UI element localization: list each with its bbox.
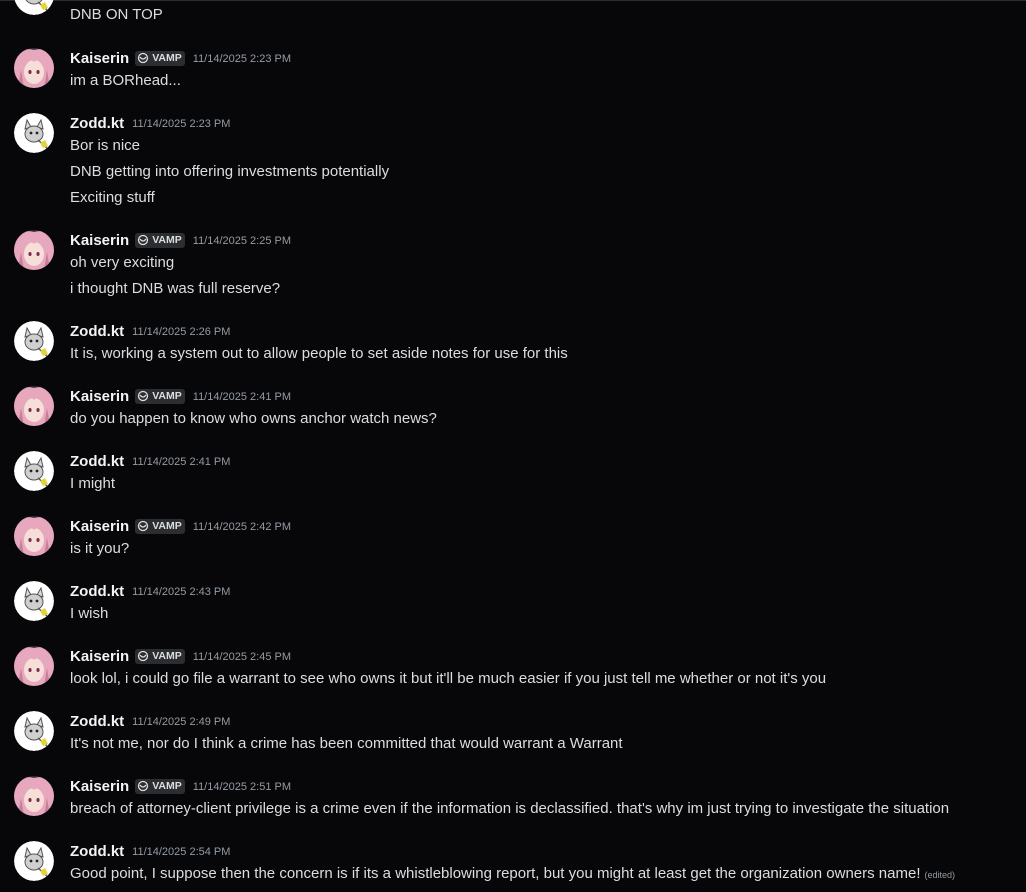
moon-icon	[138, 520, 149, 532]
edited-label: (edited)	[924, 870, 956, 880]
message-header: Kaiserin VAMP 11/14/2025 2:42 PM	[70, 516, 291, 536]
timestamp[interactable]: 11/14/2025 2:41 PM	[193, 391, 291, 403]
user-tag-badge[interactable]: VAMP	[135, 648, 185, 664]
user-tag-label: VAMP	[152, 650, 182, 662]
message-header: Zodd.kt 11/14/2025 2:41 PM	[70, 451, 230, 471]
user-tag-badge[interactable]: VAMP	[135, 232, 185, 248]
avatar[interactable]	[14, 841, 54, 881]
timestamp[interactable]: 11/14/2025 2:51 PM	[193, 781, 291, 793]
timestamp[interactable]: 11/14/2025 2:23 PM	[132, 118, 230, 130]
username[interactable]: Kaiserin	[70, 50, 129, 67]
message-text: look lol, i could go file a warrant to s…	[70, 670, 827, 687]
message-text: Good point, I suppose then the concern i…	[70, 864, 955, 885]
zodd-avatar-icon	[14, 113, 54, 153]
user-tag-badge[interactable]: VAMP	[135, 778, 185, 794]
message-header: Zodd.kt 11/14/2025 2:23 PM	[70, 113, 230, 133]
timestamp[interactable]: 11/14/2025 2:41 PM	[132, 456, 230, 468]
message-text: breach of attorney-client privilege is a…	[70, 800, 950, 817]
username[interactable]: Zodd.kt	[70, 323, 124, 340]
avatar[interactable]	[14, 0, 54, 15]
message-header: Zodd.kt 11/14/2025 2:43 PM	[70, 581, 230, 601]
kaiserin-avatar-icon	[14, 230, 54, 270]
timestamp[interactable]: 11/14/2025 2:26 PM	[132, 326, 230, 338]
username[interactable]: Kaiserin	[70, 388, 129, 405]
user-tag-badge[interactable]: VAMP	[135, 518, 185, 534]
moon-icon	[138, 234, 149, 246]
message-text: im a BORhead...	[70, 72, 181, 89]
message-text: I wish	[70, 605, 109, 622]
avatar[interactable]	[14, 516, 54, 556]
user-tag-label: VAMP	[152, 52, 182, 64]
timestamp[interactable]: 11/14/2025 2:49 PM	[132, 716, 230, 728]
zodd-avatar-icon	[14, 841, 54, 881]
moon-icon	[138, 52, 149, 64]
moon-icon	[138, 780, 149, 792]
kaiserin-avatar-icon	[14, 646, 54, 686]
user-tag-badge[interactable]: VAMP	[135, 50, 185, 66]
message-text: Exciting stuff	[70, 189, 155, 206]
avatar[interactable]	[14, 113, 54, 153]
username[interactable]: Kaiserin	[70, 232, 129, 249]
username[interactable]: Zodd.kt	[70, 583, 124, 600]
timestamp[interactable]: 11/14/2025 2:43 PM	[132, 586, 230, 598]
message-header: Kaiserin VAMP 11/14/2025 2:45 PM	[70, 646, 291, 666]
avatar[interactable]	[14, 646, 54, 686]
username[interactable]: Zodd.kt	[70, 713, 124, 730]
message-text: oh very exciting	[70, 254, 175, 271]
user-tag-label: VAMP	[152, 780, 182, 792]
avatar[interactable]	[14, 321, 54, 361]
message-header: Zodd.kt 11/14/2025 2:26 PM	[70, 321, 230, 341]
message-text: Bor is nice	[70, 137, 141, 154]
kaiserin-avatar-icon	[14, 516, 54, 556]
user-tag-badge[interactable]: VAMP	[135, 388, 185, 404]
avatar[interactable]	[14, 451, 54, 491]
message-text: DNB ON TOP	[70, 6, 163, 23]
message-text: i thought DNB was full reserve?	[70, 280, 281, 297]
message-text: is it you?	[70, 540, 130, 557]
timestamp[interactable]: 11/14/2025 2:45 PM	[193, 651, 291, 663]
message-text: I might	[70, 475, 116, 492]
avatar[interactable]	[14, 711, 54, 751]
username[interactable]: Zodd.kt	[70, 115, 124, 132]
avatar[interactable]	[14, 386, 54, 426]
user-tag-label: VAMP	[152, 234, 182, 246]
username[interactable]: Zodd.kt	[70, 453, 124, 470]
username[interactable]: Kaiserin	[70, 648, 129, 665]
user-tag-label: VAMP	[152, 390, 182, 402]
kaiserin-avatar-icon	[14, 48, 54, 88]
timestamp[interactable]: 11/14/2025 2:54 PM	[132, 846, 230, 858]
timestamp[interactable]: 11/14/2025 2:25 PM	[193, 235, 291, 247]
moon-icon	[138, 650, 149, 662]
message-header: Kaiserin VAMP 11/14/2025 2:23 PM	[70, 48, 291, 68]
username[interactable]: Zodd.kt	[70, 843, 124, 860]
message-header: Kaiserin VAMP 11/14/2025 2:51 PM	[70, 776, 291, 796]
message-header: Kaiserin VAMP 11/14/2025 2:25 PM	[70, 230, 291, 250]
zodd-avatar-icon	[14, 711, 54, 751]
kaiserin-avatar-icon	[14, 776, 54, 816]
message-text: do you happen to know who owns anchor wa…	[70, 410, 437, 427]
avatar[interactable]	[14, 776, 54, 816]
message-header: Kaiserin VAMP 11/14/2025 2:41 PM	[70, 386, 291, 406]
zodd-avatar-icon	[14, 321, 54, 361]
zodd-avatar-icon	[14, 0, 54, 15]
moon-icon	[138, 390, 149, 402]
timestamp[interactable]: 11/14/2025 2:23 PM	[193, 53, 291, 65]
kaiserin-avatar-icon	[14, 386, 54, 426]
message-header: Zodd.kt 11/14/2025 2:54 PM	[70, 841, 230, 861]
username[interactable]: Kaiserin	[70, 518, 129, 535]
message-text: It's not me, nor do I think a crime has …	[70, 735, 623, 752]
avatar[interactable]	[14, 48, 54, 88]
message-text: DNB getting into offering investments po…	[70, 163, 390, 180]
message-text: It is, working a system out to allow peo…	[70, 345, 568, 362]
message-text-content: Good point, I suppose then the concern i…	[70, 865, 921, 882]
avatar[interactable]	[14, 230, 54, 270]
username[interactable]: Kaiserin	[70, 778, 129, 795]
avatar[interactable]	[14, 581, 54, 621]
timestamp[interactable]: 11/14/2025 2:42 PM	[193, 521, 291, 533]
user-tag-label: VAMP	[152, 520, 182, 532]
zodd-avatar-icon	[14, 581, 54, 621]
message-list[interactable]: DNB ON TOP Kaiserin VAMP 11/14/2025 2:23…	[0, 0, 1026, 892]
zodd-avatar-icon	[14, 451, 54, 491]
message-header: Zodd.kt 11/14/2025 2:49 PM	[70, 711, 230, 731]
